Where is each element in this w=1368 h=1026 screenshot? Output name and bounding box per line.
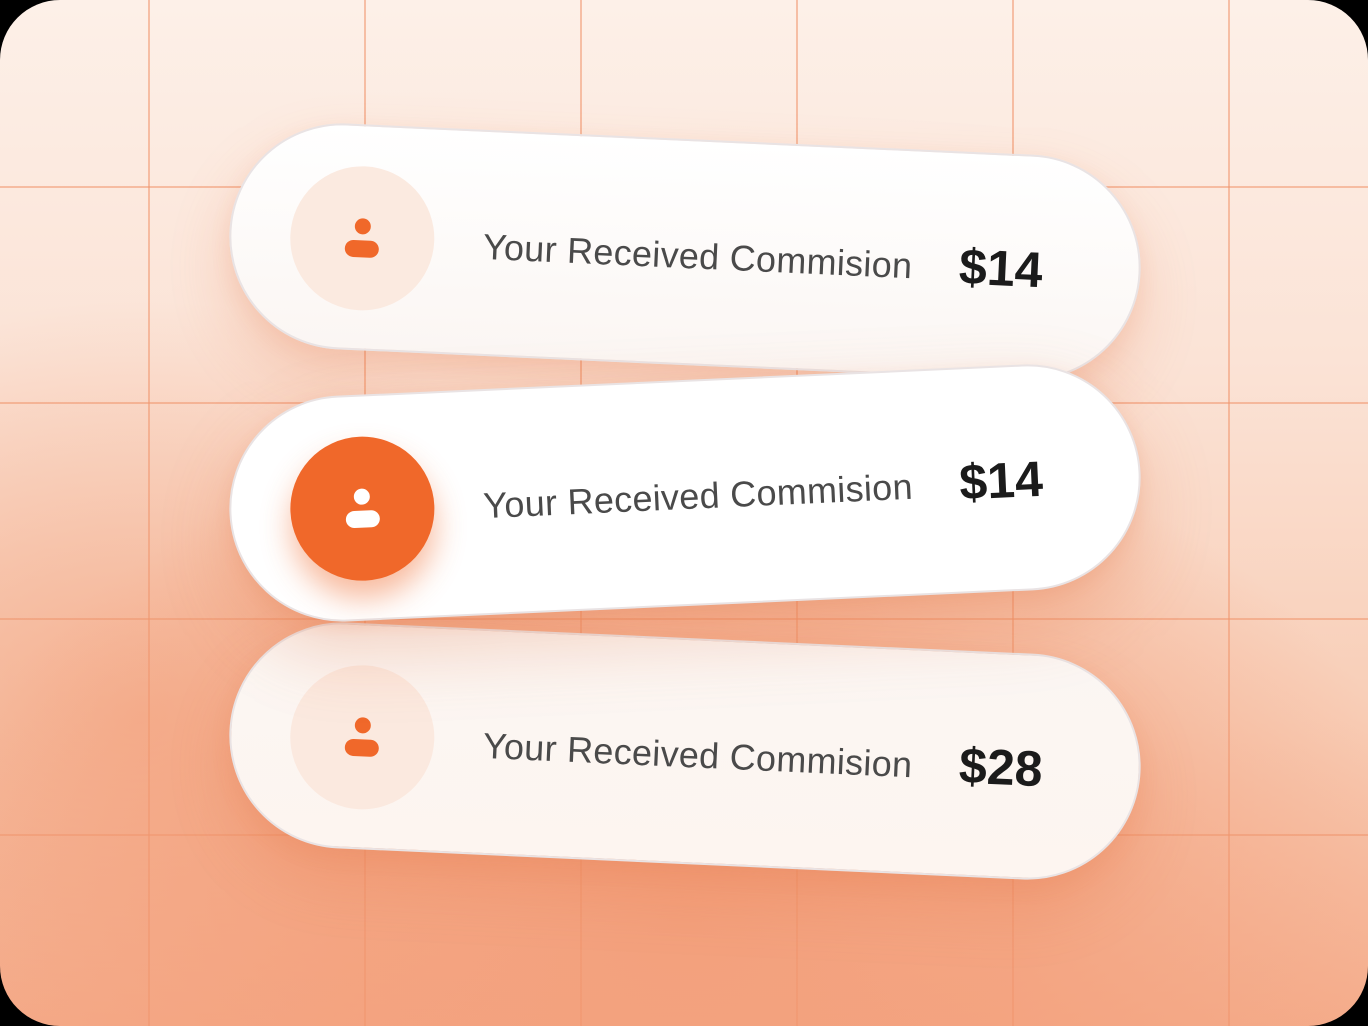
commission-amount: $14 (957, 238, 1044, 299)
commission-amount: $14 (958, 450, 1044, 511)
user-icon (344, 218, 379, 258)
commission-card-active[interactable]: Your Received Commision $14 (224, 359, 1146, 627)
commission-label: Your Received Commision (482, 724, 914, 786)
avatar (287, 163, 438, 314)
commission-label: Your Received Commision (482, 225, 914, 287)
user-icon (345, 488, 380, 529)
commission-card[interactable]: Your Received Commision $28 (224, 617, 1146, 885)
commission-amount: $28 (957, 737, 1044, 798)
avatar (287, 662, 438, 813)
user-icon (344, 717, 379, 757)
avatar-active (287, 433, 438, 584)
commission-card[interactable]: Your Received Commision $14 (224, 118, 1146, 386)
background-frame: Your Received Commision $14 Your Receive… (0, 0, 1368, 1026)
commission-label: Your Received Commision (482, 465, 914, 527)
